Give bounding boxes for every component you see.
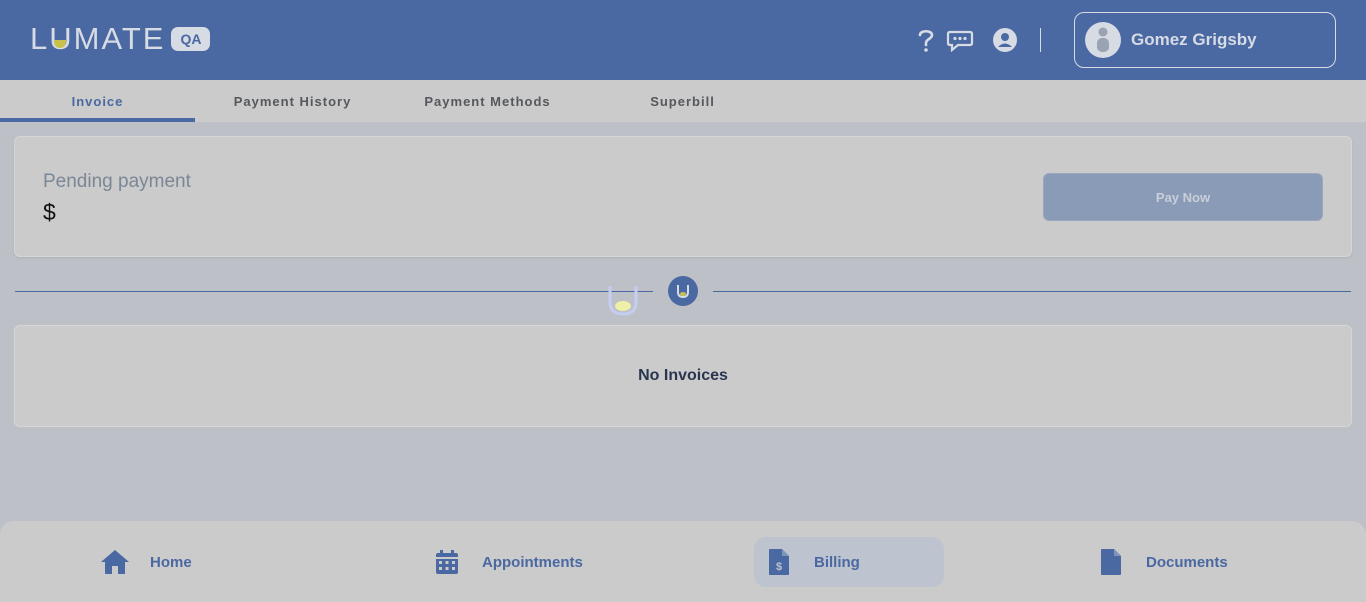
nav-home[interactable]: Home bbox=[100, 537, 240, 587]
user-name: Gomez Grigsby bbox=[1131, 30, 1257, 49]
pending-payment-amount: $ bbox=[43, 199, 56, 225]
lumate-badge-icon bbox=[668, 276, 698, 306]
home-icon bbox=[100, 547, 130, 577]
top-header: LUMATE QA Gomez Grigsby bbox=[0, 0, 1366, 80]
bottom-navigation: Home Appointments $ Billing Documents bbox=[0, 521, 1366, 602]
pending-payment-label: Pending payment bbox=[43, 171, 191, 192]
nav-documents-label: Documents bbox=[1146, 553, 1228, 571]
calendar-icon bbox=[432, 547, 462, 577]
nav-billing-label: Billing bbox=[814, 553, 860, 571]
nav-appointments[interactable]: Appointments bbox=[432, 537, 632, 587]
tab-superbill[interactable]: Superbill bbox=[585, 80, 780, 122]
document-icon bbox=[1096, 547, 1126, 577]
nav-appointments-label: Appointments bbox=[482, 553, 583, 571]
divider-right bbox=[713, 291, 1351, 292]
logo-text: LUMATE bbox=[30, 21, 166, 56]
billing-icon: $ bbox=[764, 547, 794, 577]
invoices-list: No Invoices bbox=[14, 325, 1352, 427]
tab-payment-methods[interactable]: Payment Methods bbox=[390, 80, 585, 122]
help-icon[interactable] bbox=[912, 26, 940, 54]
app-logo[interactable]: LUMATE QA bbox=[30, 21, 211, 56]
nav-billing[interactable]: $ Billing bbox=[754, 537, 944, 587]
avatar bbox=[1085, 22, 1121, 58]
env-badge: QA bbox=[171, 27, 211, 51]
nav-documents[interactable]: Documents bbox=[1096, 537, 1246, 587]
billing-tabs: Invoice Payment History Payment Methods … bbox=[0, 80, 1366, 122]
nav-home-label: Home bbox=[150, 553, 192, 571]
divider-left bbox=[15, 291, 653, 292]
loading-spinner-icon bbox=[607, 284, 639, 316]
svg-text:$: $ bbox=[776, 561, 782, 573]
empty-state-text: No Invoices bbox=[638, 367, 728, 384]
tab-payment-history[interactable]: Payment History bbox=[195, 80, 390, 122]
pay-now-button[interactable]: Pay Now bbox=[1043, 173, 1323, 221]
chat-icon[interactable] bbox=[946, 26, 974, 54]
tab-invoice[interactable]: Invoice bbox=[0, 80, 195, 122]
header-separator bbox=[1040, 28, 1041, 52]
account-circle-icon[interactable] bbox=[991, 26, 1019, 54]
pending-payment-card: Pending payment $ Pay Now bbox=[14, 136, 1352, 257]
user-menu-button[interactable]: Gomez Grigsby bbox=[1074, 12, 1336, 68]
